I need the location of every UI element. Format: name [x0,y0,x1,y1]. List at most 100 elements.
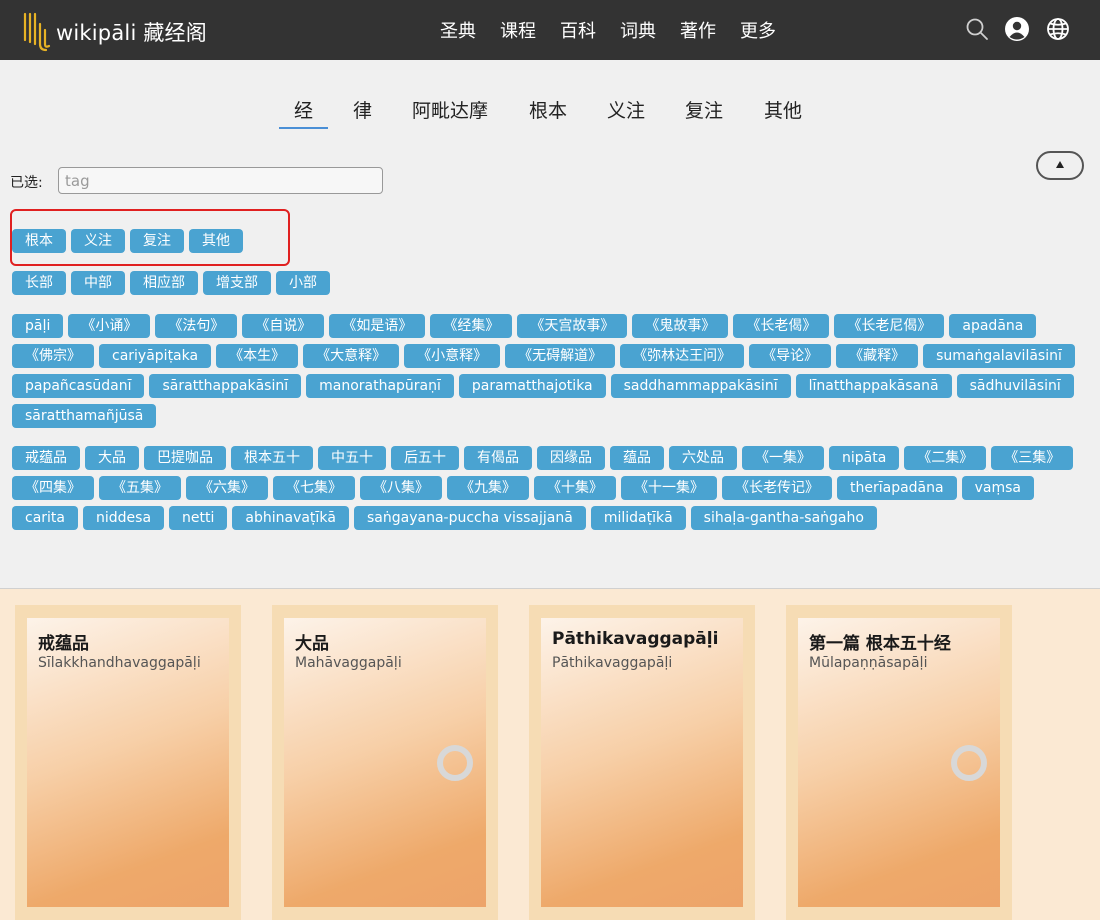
tag-chip[interactable]: 增支部 [203,271,271,295]
tab-other[interactable]: 其他 [764,96,802,123]
tag-chip[interactable]: 《本生》 [216,344,299,368]
tab-sutta[interactable]: 经 [294,96,313,123]
loading-spinner-icon [437,745,473,781]
tag-chip[interactable]: 《三集》 [991,446,1074,470]
tag-chip[interactable]: 《长老传记》 [722,476,832,500]
nav-canon[interactable]: 圣典 [440,17,476,43]
nav-more[interactable]: 更多 [740,17,776,43]
tag-chip[interactable]: 相应部 [130,271,198,295]
book-card[interactable]: 戒蕴品 Sīlakkhandhavaggapāḷi [27,618,229,907]
globe-icon[interactable] [1045,16,1071,42]
tag-chip[interactable]: 《无碍解道》 [505,344,616,368]
tag-chip[interactable]: sihaḷa-gantha-saṅgaho [690,506,877,530]
tag-chip[interactable]: sādhuvilāsinī [956,374,1074,398]
tag-chip[interactable]: 《五集》 [99,476,181,500]
tag-chip[interactable]: 《法句》 [155,314,238,338]
tag-chip[interactable]: manorathapūraṇī [306,374,454,398]
tag-chip[interactable]: saddhammappakāsinī [610,374,791,398]
tag-chip[interactable]: 根本 [12,229,66,253]
tag-chip[interactable]: 《佛宗》 [12,344,94,368]
tag-chip[interactable]: 《六集》 [186,476,268,500]
tag-chip[interactable]: 复注 [130,229,184,253]
book-card[interactable]: Pāthikavaggapāḷi Pāthikavaggapāḷi [541,618,743,907]
tag-chip[interactable]: sumaṅgalavilāsinī [923,344,1075,368]
tag-chip[interactable]: 《自说》 [242,314,325,338]
brand-name: wikipāli 藏经阁 [56,21,207,45]
book-subtitle: Mahāvaggapāḷi [295,655,402,671]
tag-chip[interactable]: 《小意释》 [404,344,501,368]
tag-search-input[interactable] [58,167,383,194]
collapse-up-button[interactable] [1036,151,1084,180]
nav-wiki[interactable]: 百科 [560,17,596,43]
tag-chip[interactable]: 长部 [12,271,66,295]
tag-chip[interactable]: 《九集》 [447,476,529,500]
tag-chip[interactable]: 小部 [276,271,330,295]
book-subtitle: Pāthikavaggapāḷi [552,655,673,671]
tag-chip[interactable]: 其他 [189,229,243,253]
tag-chip[interactable]: papañcasūdanī [12,374,145,398]
tag-chip[interactable]: 《七集》 [273,476,355,500]
user-icon[interactable] [1004,16,1030,42]
tag-chip[interactable]: 《鬼故事》 [632,314,729,338]
tab-abhidhamma[interactable]: 阿毗达摩 [412,96,488,123]
tag-chip[interactable]: 《长老偈》 [733,314,830,338]
tag-chip[interactable]: 《四集》 [12,476,94,500]
tag-chip[interactable]: pāḷi [12,314,64,338]
book-card[interactable]: 第一篇 根本五十经 Mūlapaṇṇāsapāḷi [798,618,1000,907]
tag-chip[interactable]: apadāna [949,314,1037,338]
tag-chip[interactable]: 《如是语》 [329,314,426,338]
search-icon[interactable] [964,16,990,42]
tag-chip[interactable]: sāratthamañjūsā [12,404,157,428]
book-title: 第一篇 根本五十经 [809,634,951,654]
tag-chip[interactable]: cariyāpiṭaka [99,344,212,368]
tag-chip[interactable]: milidaṭīkā [590,506,686,530]
tag-chip[interactable]: 六处品 [669,446,737,470]
tag-group-nikaya: 长部 中部 相应部 增支部 小部 [12,271,612,301]
tag-chip[interactable]: 根本五十 [231,446,313,470]
nav-dictionary[interactable]: 词典 [620,17,656,43]
tag-chip[interactable]: 蕴品 [610,446,664,470]
tag-chip[interactable]: vaṃsa [961,476,1034,500]
tag-chip[interactable]: 《八集》 [360,476,442,500]
nav-works[interactable]: 著作 [680,17,716,43]
tag-chip[interactable]: 《天宫故事》 [517,314,628,338]
tag-chip[interactable]: paramatthajotika [458,374,606,398]
tag-chip[interactable]: 《一集》 [742,446,824,470]
tab-atthakatha[interactable]: 义注 [607,96,645,123]
tab-mula[interactable]: 根本 [529,96,567,123]
tab-vinaya[interactable]: 律 [353,96,372,123]
tag-chip[interactable]: 有偈品 [464,446,532,470]
tag-chip[interactable]: 中五十 [318,446,386,470]
tag-chip[interactable]: 中部 [71,271,125,295]
tag-chip[interactable]: abhinavaṭīkā [232,506,350,530]
tag-chip[interactable]: 义注 [71,229,125,253]
tag-chip[interactable]: 因缘品 [537,446,605,470]
nav-courses[interactable]: 课程 [500,17,536,43]
tag-chip[interactable]: nipāta [829,446,900,470]
tag-chip[interactable]: 《经集》 [430,314,513,338]
tag-chip[interactable]: līnatthappakāsanā [795,374,952,398]
tag-chip[interactable]: 《导论》 [749,344,832,368]
tab-tika[interactable]: 复注 [685,96,723,123]
tag-chip[interactable]: 《十一集》 [621,476,717,500]
tag-chip[interactable]: therīapadāna [837,476,957,500]
book-card[interactable]: 大品 Mahāvaggapāḷi [284,618,486,907]
tag-chip[interactable]: 《长老尼偈》 [834,314,945,338]
tag-chip[interactable]: 《藏释》 [836,344,919,368]
tag-chip[interactable]: 《二集》 [904,446,987,470]
tag-chip[interactable]: 《十集》 [534,476,616,500]
tag-chip[interactable]: carita [12,506,78,530]
tag-chip[interactable]: 《小诵》 [68,314,151,338]
tag-chip[interactable]: niddesa [83,506,165,530]
tag-chip[interactable]: 《弥林达王问》 [620,344,745,368]
tag-chip[interactable]: 后五十 [391,446,459,470]
tag-chip[interactable]: sāratthappakāsinī [149,374,302,398]
top-navbar: wikipāli 藏经阁 圣典 课程 百科 词典 著作 更多 [0,0,1100,60]
tag-chip[interactable]: 大品 [85,446,139,470]
site-logo[interactable]: wikipāli 藏经阁 [22,10,207,54]
tag-chip[interactable]: 巴提咖品 [144,446,226,470]
tag-chip[interactable]: 《大意释》 [303,344,400,368]
tag-chip[interactable]: saṅgayana-puccha vissajjanā [354,506,586,530]
tag-chip[interactable]: netti [169,506,228,530]
tag-chip[interactable]: 戒蕴品 [12,446,80,470]
